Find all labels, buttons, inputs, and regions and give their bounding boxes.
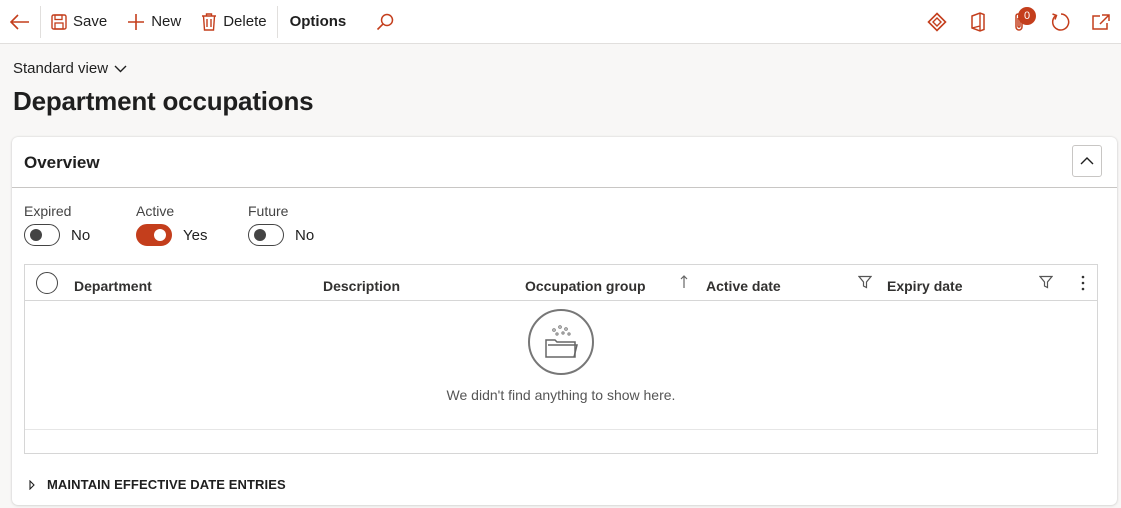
maintain-effective-date-entries-expander[interactable]: MAINTAIN EFFECTIVE DATE ENTRIES [29, 477, 286, 492]
future-value: No [295, 226, 315, 244]
future-toggle[interactable] [248, 224, 284, 246]
column-header-department[interactable]: Department [74, 278, 152, 294]
refresh-button[interactable] [1039, 0, 1080, 44]
grid-footer [25, 429, 1097, 453]
new-label: New [151, 13, 182, 30]
options-tab[interactable]: Options [278, 0, 359, 44]
caret-right-icon [29, 479, 35, 490]
active-toggle[interactable] [136, 224, 172, 246]
delete-button[interactable]: Delete [191, 0, 276, 44]
column-header-occupation-group[interactable]: Occupation group [525, 278, 646, 294]
new-button[interactable]: New [117, 0, 191, 44]
back-arrow-icon [10, 13, 29, 30]
power-apps-button[interactable] [916, 0, 957, 44]
expired-toggle-group: Expired No [24, 203, 90, 246]
expired-toggle[interactable] [24, 224, 60, 246]
active-toggle-group: Active Yes [136, 203, 207, 246]
page-title: Department occupations [13, 86, 314, 116]
active-value: Yes [183, 226, 208, 244]
expired-label: Expired [24, 203, 72, 219]
plus-icon [128, 13, 145, 30]
back-button[interactable] [0, 0, 40, 44]
occupations-grid: Department Description Occupation group … [24, 264, 1098, 454]
toggle-knob [254, 229, 266, 241]
empty-state: We didn't find anything to show here. [25, 301, 1097, 403]
overview-header[interactable]: Overview [12, 137, 1117, 188]
select-all-checkbox[interactable] [36, 272, 58, 294]
open-new-window-button[interactable] [1080, 0, 1121, 44]
overview-title: Overview [24, 153, 100, 172]
column-header-expiry-date[interactable]: Expiry date [887, 278, 962, 294]
empty-state-text: We didn't find anything to show here. [446, 387, 676, 403]
empty-folder-icon [528, 309, 594, 375]
save-icon [51, 13, 67, 30]
search-icon [377, 13, 394, 30]
save-label: Save [73, 13, 108, 30]
future-label: Future [248, 203, 289, 219]
filter-icon[interactable] [1039, 275, 1053, 289]
expired-value: No [71, 226, 91, 244]
office-button[interactable] [957, 0, 998, 44]
chevron-down-icon [114, 65, 127, 72]
save-button[interactable]: Save [41, 0, 117, 44]
active-label: Active [136, 203, 175, 219]
action-pane: Save New Delete Options 0 [0, 0, 1121, 44]
overview-fasttab: Overview Expired No Active Yes Future No [12, 137, 1117, 505]
column-header-active-date[interactable]: Active date [706, 278, 781, 294]
view-selector[interactable]: Standard view [13, 60, 127, 77]
toggle-knob [30, 229, 42, 241]
sort-ascending-icon[interactable] [680, 275, 688, 289]
toggle-knob [154, 229, 166, 241]
trash-icon [202, 12, 217, 31]
attachments-button[interactable]: 0 [998, 0, 1039, 44]
grid-header: Department Description Occupation group … [25, 265, 1097, 301]
collapse-button[interactable] [1072, 145, 1102, 177]
search-button[interactable] [358, 0, 404, 44]
chevron-up-icon [1080, 157, 1094, 165]
attachments-count-badge: 0 [1018, 7, 1036, 25]
column-header-description[interactable]: Description [323, 278, 400, 294]
maintain-label: MAINTAIN EFFECTIVE DATE ENTRIES [47, 477, 286, 492]
toolbar-right-group: 0 [916, 0, 1121, 44]
filter-icon[interactable] [858, 275, 872, 289]
refresh-icon [1051, 13, 1069, 31]
office-icon [970, 12, 985, 32]
pop-out-icon [1091, 14, 1110, 30]
diamond-app-icon [926, 12, 947, 32]
grid-more-options-button[interactable] [1069, 265, 1097, 301]
future-toggle-group: Future No [248, 203, 314, 246]
delete-label: Delete [223, 13, 267, 30]
more-vertical-icon [1081, 275, 1085, 291]
view-selector-label: Standard view [13, 60, 109, 77]
